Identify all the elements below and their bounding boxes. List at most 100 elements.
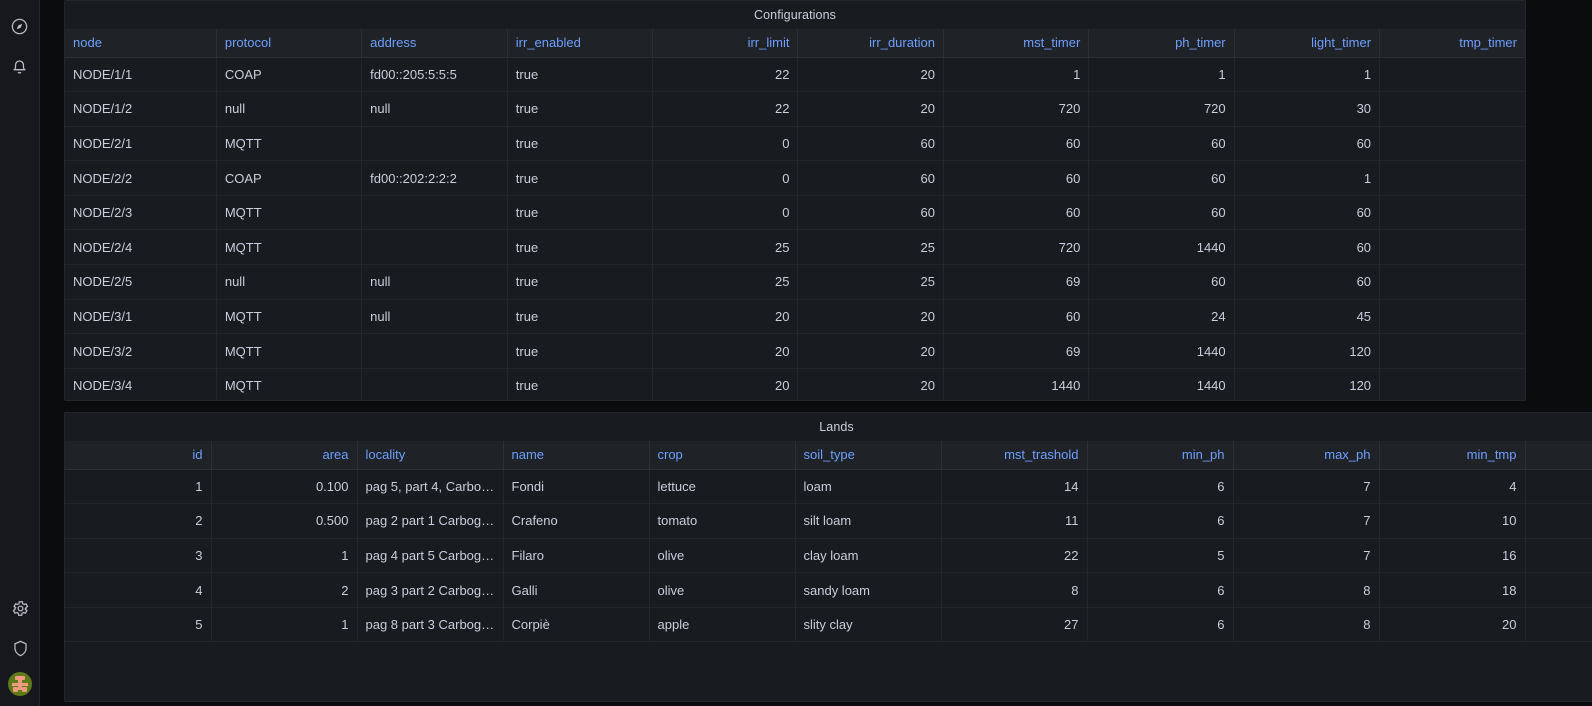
column-header-ph_timer[interactable]: ph_timer <box>1088 29 1235 58</box>
column-header-protocol[interactable]: protocol <box>216 29 363 58</box>
cell-irr_duration: 60 <box>797 126 944 162</box>
cell-ph_timer: 720 <box>1088 91 1235 127</box>
column-header-min_ph[interactable]: min_ph <box>1087 441 1234 470</box>
cell-irr_limit: 25 <box>652 229 799 266</box>
table-row: NODE/3/1 MQTT null true 20 20 60 24 45 <box>65 299 1525 335</box>
cell-crop: lettuce <box>649 469 796 505</box>
cell-min_tmp: 16 <box>1379 538 1526 574</box>
cell-irr_limit: 0 <box>652 160 799 196</box>
cell-irr_duration: 60 <box>797 160 944 196</box>
table-row: NODE/3/4 MQTT true 20 20 1440 1440 120 <box>65 368 1525 400</box>
column-header-locality[interactable]: locality <box>357 441 504 470</box>
cell-max_ph: 7 <box>1233 538 1380 574</box>
cell-ph_timer: 60 <box>1088 264 1235 300</box>
table-row: NODE/2/5 null null true 25 25 69 60 60 <box>65 264 1525 300</box>
cell-min_tmp: 20 <box>1379 607 1526 643</box>
cell-mst_timer: 60 <box>943 299 1090 335</box>
column-header-light_timer[interactable]: light_timer <box>1234 29 1381 58</box>
cell-id: 1 <box>65 469 212 505</box>
cell-node: NODE/2/2 <box>65 160 217 196</box>
column-header-mst_timer[interactable]: mst_timer <box>943 29 1090 58</box>
cell-max_ph: 8 <box>1233 607 1380 643</box>
cell-tmp_timer <box>1379 333 1525 369</box>
cell-irr_limit: 20 <box>652 333 799 369</box>
cell-irr_duration: 20 <box>797 299 944 335</box>
cell-ph_timer: 1 <box>1088 57 1235 93</box>
cell-min_ph: 6 <box>1087 572 1234 608</box>
cell-irr_enabled: true <box>507 299 654 335</box>
cell-protocol: MQTT <box>216 126 363 162</box>
column-header-address[interactable]: address <box>361 29 508 58</box>
cell-protocol: MQTT <box>216 299 363 335</box>
column-header-crop[interactable]: crop <box>649 441 796 470</box>
column-header-soil_type[interactable]: soil_type <box>795 441 942 470</box>
bell-icon <box>10 57 29 76</box>
table-row: NODE/3/2 MQTT true 20 20 69 1440 120 <box>65 333 1525 369</box>
cell-node: NODE/1/1 <box>65 57 217 93</box>
table-configurations: node protocol address irr_enabled irr_limit i… <box>65 29 1525 400</box>
panel-configurations: Configurations node protocol address irr_en… <box>64 0 1526 401</box>
column-header-id[interactable]: id <box>65 441 212 470</box>
cell-address: null <box>361 91 508 127</box>
cell-area: 1 <box>211 538 358 574</box>
column-header-max_ph[interactable]: max_ph <box>1233 441 1380 470</box>
column-header-blank-10[interactable] <box>1525 441 1592 470</box>
cell-locality: pag 4 part 5 Carbog… <box>357 538 504 574</box>
column-header-area[interactable]: area <box>211 441 358 470</box>
column-header-min_tmp[interactable]: min_tmp <box>1379 441 1526 470</box>
sidebar-item-server-admin[interactable] <box>0 628 40 668</box>
dashboard-canvas: Configurations node protocol address irr_en… <box>40 0 1592 706</box>
cell-light_timer: 1 <box>1234 57 1381 93</box>
cell-irr_enabled: true <box>507 57 654 93</box>
column-header-irr_duration[interactable]: irr_duration <box>797 29 944 58</box>
table-row: NODE/2/4 MQTT true 25 25 720 1440 60 <box>65 229 1525 266</box>
cell-name: Galli <box>503 572 650 608</box>
cell-light_timer: 60 <box>1234 264 1381 300</box>
column-header-irr_limit[interactable]: irr_limit <box>652 29 799 58</box>
sidebar-item-configuration[interactable] <box>0 588 40 628</box>
cell-protocol: MQTT <box>216 333 363 369</box>
cell-area: 0.100 <box>211 469 358 505</box>
cell-min_tmp: 18 <box>1379 572 1526 608</box>
cell-max_ph: 7 <box>1233 503 1380 539</box>
sidebar-item-explore[interactable] <box>0 6 40 46</box>
cell-locality: pag 2 part 1 Carbog… <box>357 503 504 539</box>
cell-irr_duration: 20 <box>797 368 944 400</box>
shield-icon <box>11 639 30 658</box>
cell-soil_type: loam <box>795 469 942 505</box>
column-header-mst_trashold[interactable]: mst_trashold <box>941 441 1088 470</box>
cell-node: NODE/2/5 <box>65 264 217 300</box>
cell-mst_timer: 69 <box>943 264 1090 300</box>
table-row: NODE/1/2 null null true 22 20 720 720 30 <box>65 91 1525 127</box>
cell-min_tmp: 4 <box>1379 469 1526 505</box>
cell-node: NODE/2/1 <box>65 126 217 162</box>
cell-name: Filaro <box>503 538 650 574</box>
sidebar-item-alerting[interactable] <box>0 46 40 86</box>
cell-light_timer: 60 <box>1234 195 1381 231</box>
cell-blank <box>1525 503 1592 539</box>
cell-crop: olive <box>649 538 796 574</box>
cell-irr_duration: 20 <box>797 57 944 93</box>
cell-irr_duration: 20 <box>797 333 944 369</box>
cell-irr_limit: 22 <box>652 91 799 127</box>
cell-ph_timer: 60 <box>1088 126 1235 162</box>
cell-address <box>361 229 508 266</box>
column-header-tmp_timer[interactable]: tmp_timer <box>1379 29 1525 58</box>
table-header-row: node protocol address irr_enabled irr_limit i… <box>65 29 1525 58</box>
table-row: 4 2 pag 3 part 2 Carbog… Galli olive sandy lo… <box>65 572 1592 608</box>
cell-id: 5 <box>65 607 212 643</box>
column-header-irr_enabled[interactable]: irr_enabled <box>507 29 654 58</box>
cell-mst_trashold: 8 <box>941 572 1088 608</box>
panel-title-lands: Lands <box>819 420 854 434</box>
cell-tmp_timer <box>1379 264 1525 300</box>
cell-irr_limit: 25 <box>652 264 799 300</box>
cell-max_ph: 8 <box>1233 572 1380 608</box>
avatar[interactable] <box>8 672 32 696</box>
cell-irr_enabled: true <box>507 91 654 127</box>
column-header-name[interactable]: name <box>503 441 650 470</box>
cell-mst_trashold: 22 <box>941 538 1088 574</box>
cell-min_ph: 6 <box>1087 469 1234 505</box>
column-header-node[interactable]: node <box>65 29 217 58</box>
table-row: NODE/2/3 MQTT true 0 60 60 60 60 <box>65 195 1525 231</box>
table-wrapper-configurations: node protocol address irr_enabled irr_limit i… <box>65 29 1525 400</box>
